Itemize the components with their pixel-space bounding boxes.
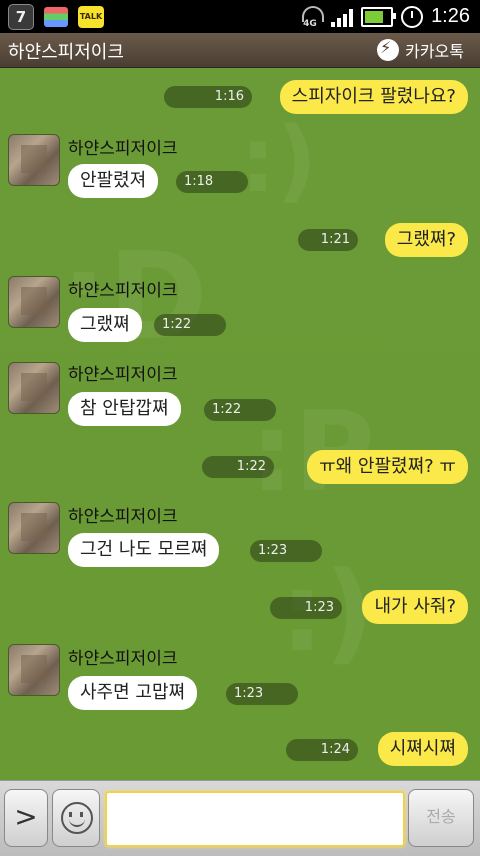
message-bubble-received[interactable]: 사주면 고맙쪄 bbox=[68, 676, 198, 710]
smiley-icon bbox=[61, 802, 93, 834]
message-time: 1:22 bbox=[202, 456, 274, 478]
status-bar: 7 TALK 4G 1:26 bbox=[0, 0, 480, 33]
sender-name: 하얀스피저이크 bbox=[68, 139, 178, 159]
message-bubble-sent[interactable]: 그랬쪄? bbox=[384, 223, 468, 257]
notification-count-icon: 7 bbox=[8, 4, 34, 30]
chat-area[interactable]: :) :D :P :) 1:16 스피자이크 팔렸나요? 하얀스피저이크 안팔렸… bbox=[0, 68, 480, 780]
sender-name: 하얀스피저이크 bbox=[68, 507, 178, 527]
kakaotalk-notification-icon: TALK bbox=[78, 6, 104, 28]
network-4g-icon: 4G bbox=[301, 5, 325, 29]
message-time: 1:23 bbox=[270, 597, 342, 619]
message-time: 1:16 bbox=[164, 86, 252, 108]
emoticon-button[interactable] bbox=[52, 789, 100, 847]
sender-name: 하얀스피저이크 bbox=[68, 281, 178, 301]
message-time: 1:22 bbox=[204, 399, 276, 421]
send-button[interactable]: 전송 bbox=[408, 789, 474, 847]
sender-name: 하얀스피저이크 bbox=[68, 365, 178, 385]
message-bubble-sent[interactable]: ㅠ왜 안팔렸쪄? ㅠ bbox=[307, 450, 468, 484]
sender-name: 하얀스피저이크 bbox=[68, 649, 178, 669]
message-input-bar: > 전송 bbox=[0, 780, 480, 856]
chat-title-bar: 하얀스피저이크 카카오톡 bbox=[0, 33, 480, 68]
avatar[interactable] bbox=[8, 644, 60, 696]
avatar[interactable] bbox=[8, 502, 60, 554]
kakaotalk-brand[interactable]: 카카오톡 bbox=[377, 38, 464, 62]
message-bubble-received[interactable]: 그건 나도 모르쪄 bbox=[68, 533, 220, 567]
message-bubble-sent[interactable]: 내가 사줘? bbox=[362, 590, 468, 624]
message-bubble-received[interactable]: 참 안탑깝쪄 bbox=[68, 392, 181, 426]
background-watermark: :) bbox=[240, 108, 318, 213]
message-bubble-sent[interactable]: 시쪄시쪄 bbox=[377, 732, 468, 766]
avatar[interactable] bbox=[8, 276, 60, 328]
more-options-button[interactable]: > bbox=[4, 789, 48, 847]
avatar[interactable] bbox=[8, 362, 60, 414]
avatar[interactable] bbox=[8, 134, 60, 186]
kakaotalk-brand-label: 카카오톡 bbox=[405, 42, 464, 61]
signal-strength-icon bbox=[331, 7, 354, 27]
message-bubble-received[interactable]: 그랬쪄 bbox=[68, 308, 142, 342]
chat-title: 하얀스피저이크 bbox=[8, 42, 124, 63]
message-time: 1:21 bbox=[298, 229, 358, 251]
alarm-icon bbox=[401, 5, 424, 28]
message-input[interactable] bbox=[105, 791, 405, 847]
kakaotalk-logo-icon bbox=[377, 38, 400, 61]
message-time: 1:23 bbox=[250, 540, 322, 562]
flag-notification-icon bbox=[44, 7, 68, 27]
message-bubble-sent[interactable]: 스피자이크 팔렸나요? bbox=[279, 80, 468, 114]
message-bubble-received[interactable]: 안팔렸져 bbox=[68, 164, 159, 198]
message-time: 1:24 bbox=[286, 739, 358, 761]
battery-icon bbox=[361, 6, 397, 27]
message-time: 1:18 bbox=[176, 171, 248, 193]
clock: 1:26 bbox=[431, 5, 470, 27]
message-time: 1:22 bbox=[154, 314, 226, 336]
message-time: 1:23 bbox=[226, 683, 298, 705]
